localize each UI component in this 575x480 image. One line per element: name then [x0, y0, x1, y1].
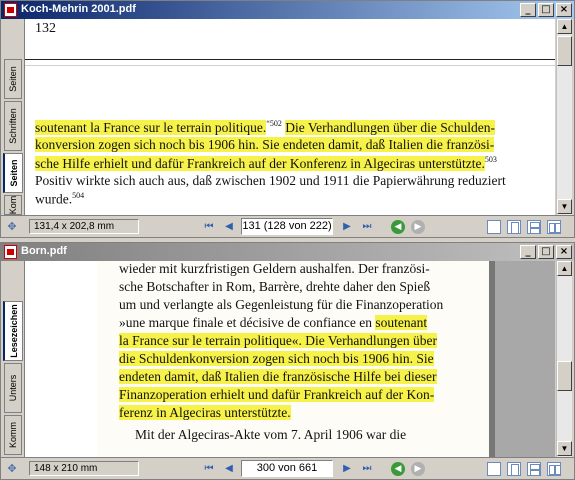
scroll-down-icon[interactable]: ▼: [557, 199, 572, 214]
page-gap: [25, 65, 555, 66]
last-page-icon[interactable]: ⏭: [359, 461, 375, 477]
maximize-button[interactable]: □: [538, 3, 554, 17]
minimize-button[interactable]: _: [520, 245, 536, 259]
window-title: Koch-Mehrin 2001.pdf: [21, 3, 136, 15]
last-page-icon[interactable]: ⏭: [359, 219, 375, 235]
text-line: um und verlangte als Gegenleistung für d…: [119, 297, 444, 312]
text-line: Finanzoperation erhielt und dafür Frankr…: [119, 387, 435, 402]
navigation-tabs: Seiten Schriften Seiten Kom: [1, 19, 25, 215]
forward-icon[interactable]: ▶: [411, 220, 425, 234]
page-number-field[interactable]: 131 (128 von 222): [241, 218, 333, 235]
status-bar: ✥ 131,4 x 202,8 mm ⏮ ◀ 131 (128 von 222)…: [1, 215, 574, 237]
text-line: la France sur le terrain politique«. Die…: [119, 333, 438, 348]
scroll-thumb[interactable]: [557, 361, 572, 391]
tab-kommentare[interactable]: Komm: [4, 415, 22, 455]
text-line: konversion zogen sich noch bis 1906 hin.…: [35, 137, 495, 152]
tab-lesezeichen[interactable]: Lesezeichen: [3, 301, 23, 361]
previous-page-icon[interactable]: ◀: [221, 219, 237, 235]
back-icon[interactable]: ◀: [391, 220, 405, 234]
page-number-field[interactable]: 300 von 661: [241, 460, 333, 477]
text-line: Positiv wirkte sich auch aus, daß zwisch…: [35, 173, 506, 188]
facing-view-icon[interactable]: [527, 462, 541, 476]
window-titlebar[interactable]: Koch-Mehrin 2001.pdf _ □ ×: [1, 1, 574, 19]
text-line: Mit der Algeciras-Akte vom 7. April 1906…: [135, 427, 407, 442]
page-size: 148 x 210 mm: [29, 461, 139, 476]
pdf-icon: [4, 3, 17, 17]
first-page-icon[interactable]: ⏮: [201, 461, 217, 477]
page-bleed: [495, 261, 555, 457]
scroll-down-icon[interactable]: ▼: [557, 441, 572, 456]
text-line: endeten damit, daß Italien die französis…: [119, 369, 437, 384]
text-line: wieder mit kurzfristigen Geldern aushalf…: [119, 261, 430, 276]
next-page-icon[interactable]: ▶: [339, 461, 355, 477]
page-size-icon: ✥: [7, 463, 17, 475]
pdf-window-koch-mehrin[interactable]: Koch-Mehrin 2001.pdf _ □ × Seiten Schrif…: [0, 0, 575, 238]
close-button[interactable]: ×: [556, 3, 572, 17]
scroll-up-icon[interactable]: ▲: [557, 19, 572, 34]
tab-schriften[interactable]: Schriften: [4, 101, 22, 151]
single-page-view-icon[interactable]: [487, 462, 501, 476]
window-titlebar[interactable]: Born.pdf _ □ ×: [1, 243, 574, 261]
scroll-up-icon[interactable]: ▲: [557, 261, 572, 276]
vertical-scrollbar[interactable]: ▲ ▼: [556, 261, 572, 457]
close-button[interactable]: ×: [556, 245, 572, 259]
continuous-facing-view-icon[interactable]: [547, 462, 561, 476]
minimize-button[interactable]: _: [520, 3, 536, 17]
back-icon[interactable]: ◀: [391, 462, 405, 476]
forward-icon[interactable]: ▶: [411, 462, 425, 476]
page-number-top: 132: [35, 21, 56, 36]
navigation-tabs: Lesezeichen Unters Komm: [1, 261, 25, 457]
maximize-button[interactable]: □: [538, 245, 554, 259]
text-line: sche Hilfe erhielt und dafür Frankreich …: [35, 155, 497, 171]
text-line: sche Botschafter in Rom, Barrère, drehte…: [119, 279, 431, 294]
previous-page-icon[interactable]: ◀: [221, 461, 237, 477]
text-line: wurde.504: [35, 191, 85, 207]
text-line: »une marque finale et décisive de confia…: [119, 315, 428, 330]
first-page-icon[interactable]: ⏮: [201, 219, 217, 235]
single-page-view-icon[interactable]: [487, 220, 501, 234]
window-title: Born.pdf: [21, 245, 67, 257]
continuous-view-icon[interactable]: [507, 220, 521, 234]
facing-view-icon[interactable]: [527, 220, 541, 234]
pdf-window-born[interactable]: Born.pdf _ □ × Lesezeichen Unters Komm w…: [0, 242, 575, 480]
scroll-thumb[interactable]: [557, 36, 572, 66]
text-line: soutenant la France sur le terrain polit…: [35, 119, 495, 135]
text-line: ferenz in Algeciras unterstützte.: [119, 405, 291, 420]
tab-seiten-thumbnails[interactable]: Seiten: [4, 59, 22, 99]
document-view[interactable]: wieder mit kurzfristigen Geldern aushalf…: [25, 261, 555, 457]
document-view[interactable]: 132 soutenant la France sur le terrain p…: [25, 19, 555, 215]
pdf-icon: [4, 245, 17, 259]
status-bar: ✥ 148 x 210 mm ⏮ ◀ 300 von 661 ▶ ⏭ ◀ ▶: [1, 457, 574, 479]
continuous-view-icon[interactable]: [507, 462, 521, 476]
page-break-line: [25, 59, 555, 60]
page-size: 131,4 x 202,8 mm: [29, 219, 139, 234]
tab-unterschriften[interactable]: Unters: [4, 363, 22, 413]
next-page-icon[interactable]: ▶: [339, 219, 355, 235]
vertical-scrollbar[interactable]: ▲ ▼: [556, 19, 572, 215]
page-size-icon: ✥: [7, 221, 17, 233]
text-line: die Schuldenkonversion zogen sich noch b…: [119, 351, 434, 366]
continuous-facing-view-icon[interactable]: [547, 220, 561, 234]
tab-kommentare[interactable]: Kom: [4, 195, 22, 215]
tab-seiten[interactable]: Seiten: [3, 153, 23, 193]
